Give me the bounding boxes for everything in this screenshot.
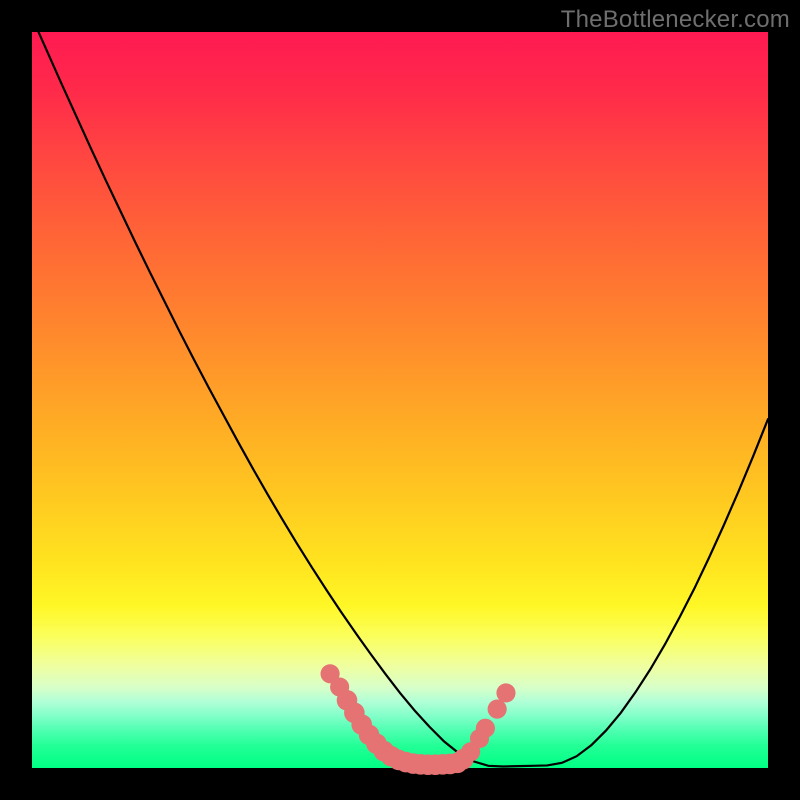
marker-cluster: [321, 664, 516, 775]
chart-svg: [32, 32, 768, 768]
data-marker: [496, 683, 515, 702]
plot-area: [32, 32, 768, 768]
bottleneck-curve: [32, 17, 768, 766]
data-marker: [476, 719, 495, 738]
attribution-label: TheBottlenecker.com: [561, 6, 790, 34]
data-marker: [488, 700, 507, 719]
chart-frame: TheBottlenecker.com: [0, 0, 800, 800]
